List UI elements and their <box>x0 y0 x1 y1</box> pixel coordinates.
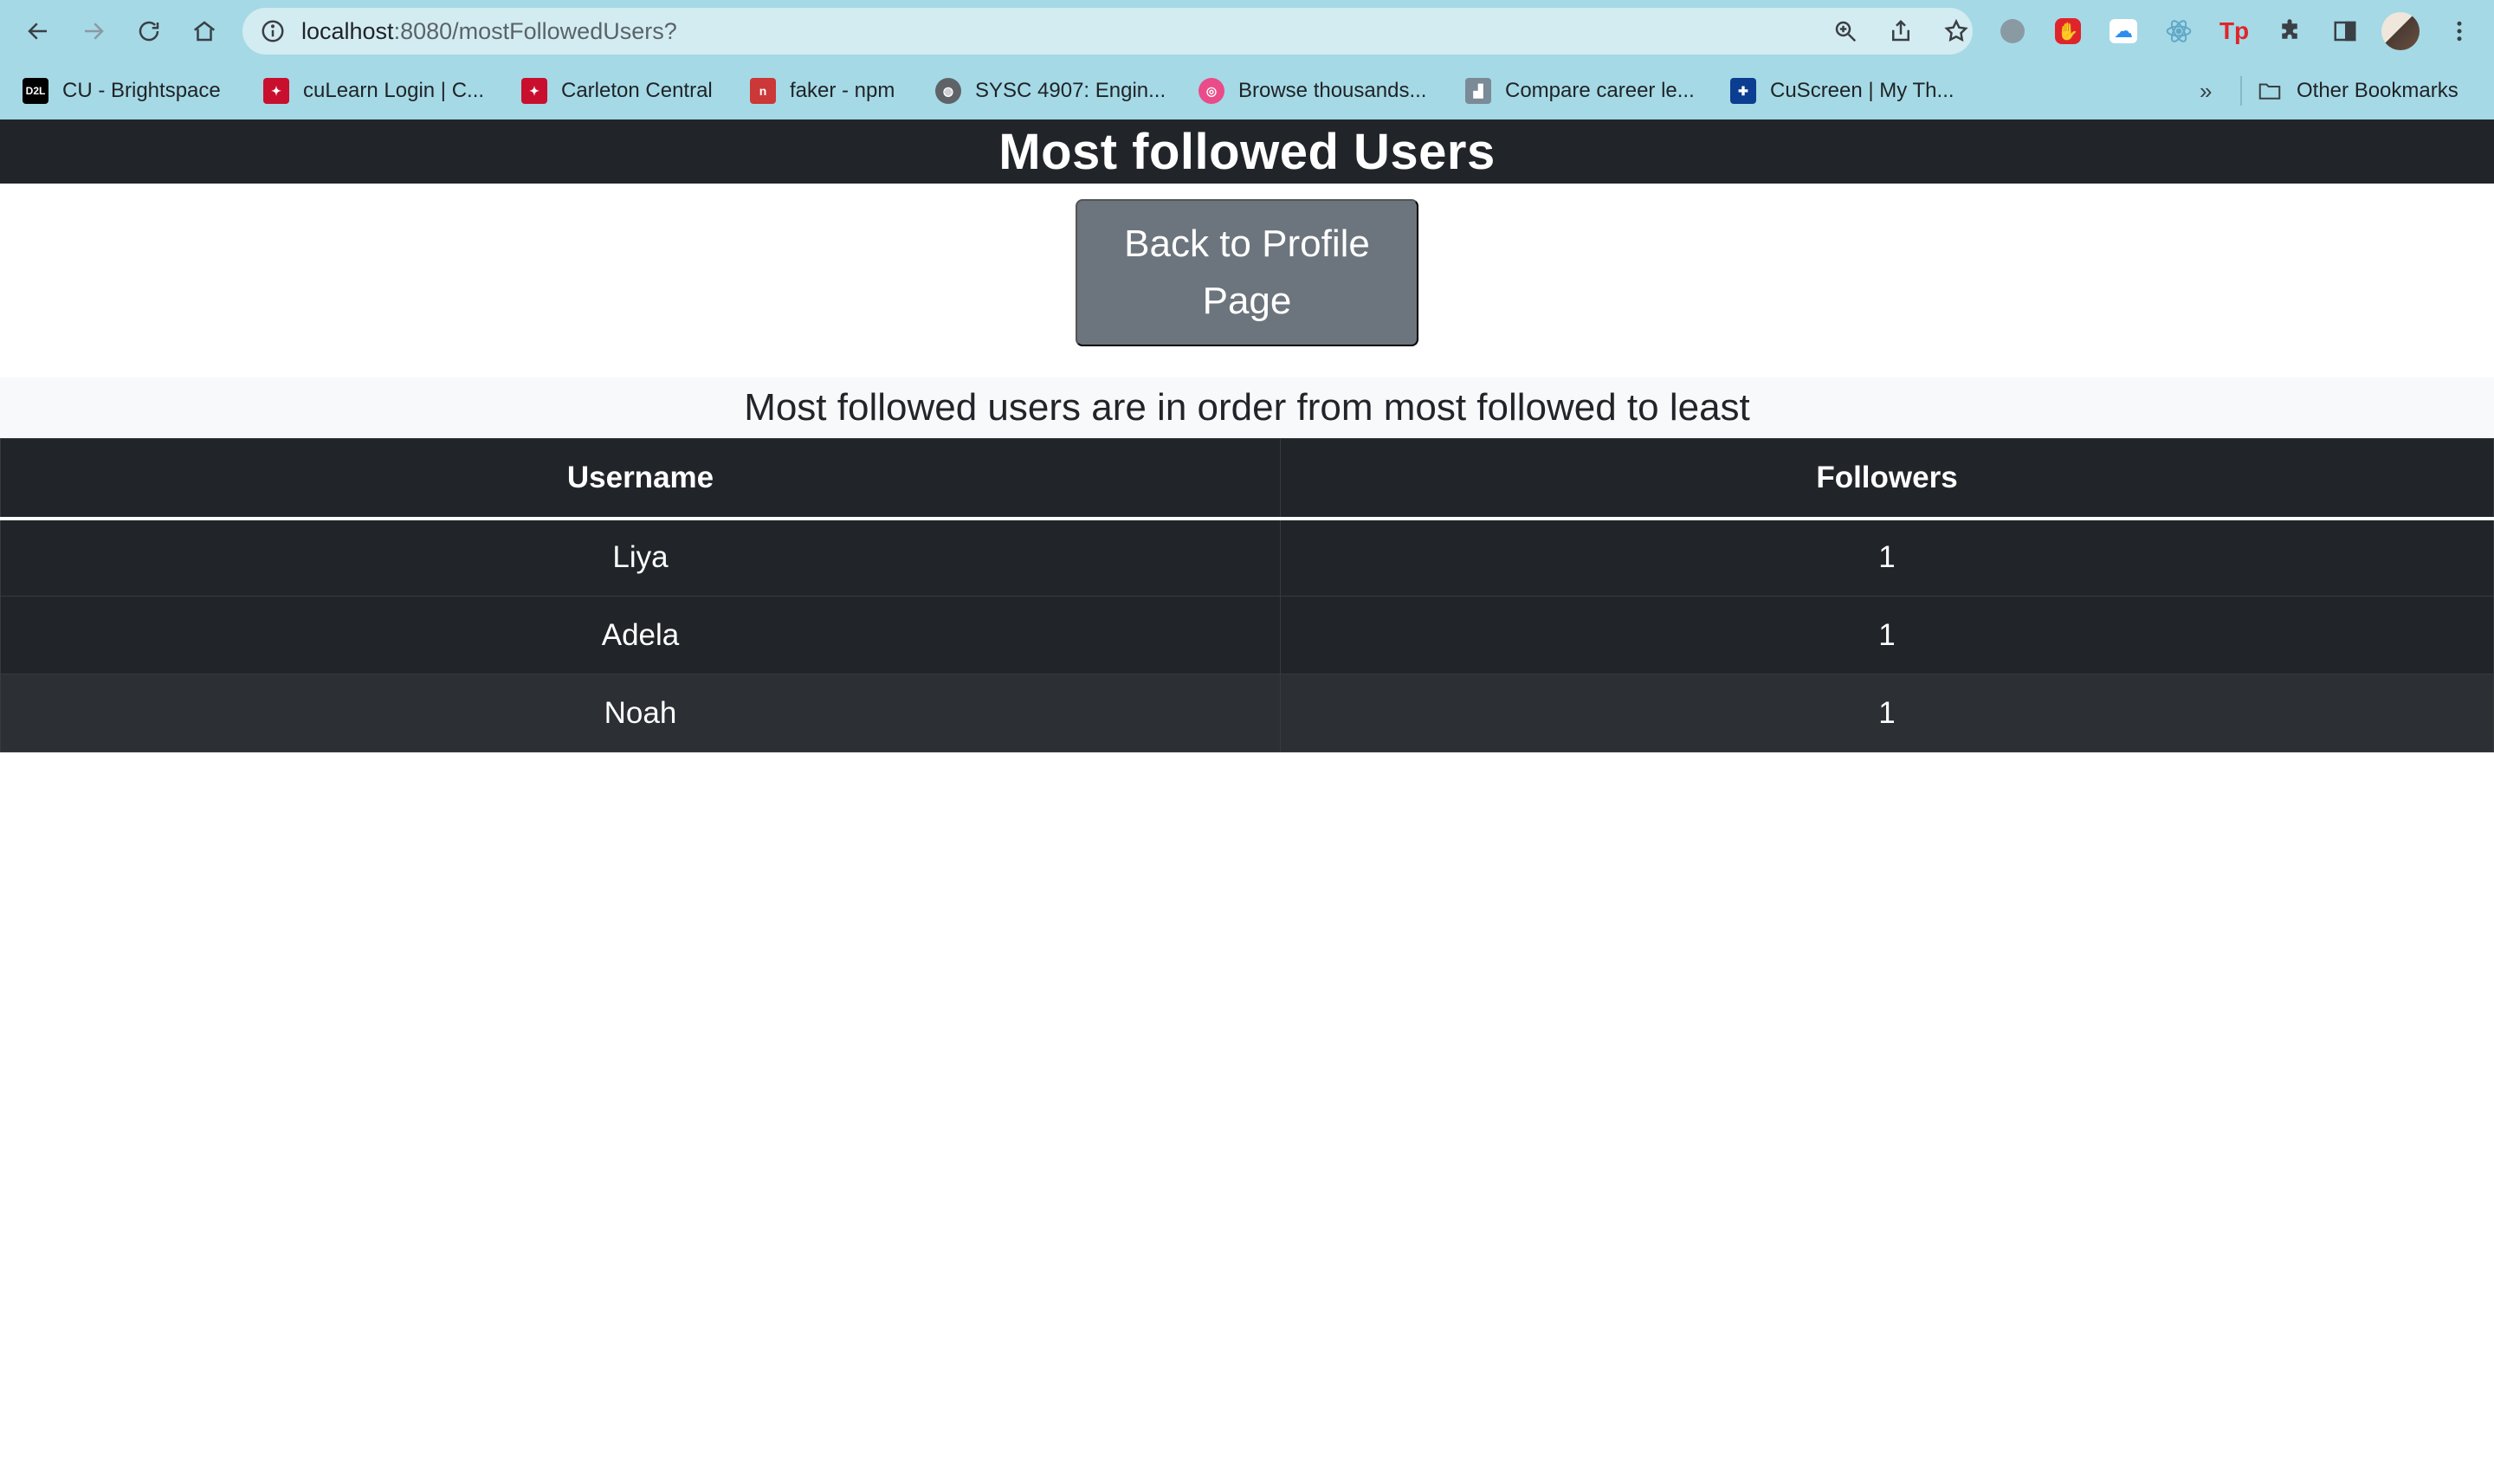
table-row: Noah 1 <box>0 674 2494 752</box>
cloud-icon[interactable]: ☁ <box>2108 16 2139 47</box>
bookmarks-divider <box>2240 76 2242 106</box>
bookmark-item[interactable]: n faker - npm <box>750 62 895 119</box>
back-arrow-icon[interactable] <box>10 3 66 59</box>
cuscreen-icon: ✚ <box>1730 78 1756 104</box>
bookmark-item[interactable]: ✚ CuScreen | My Th... <box>1730 62 1954 119</box>
d2l-icon: D2L <box>23 78 48 104</box>
table-row: Liya 1 <box>0 518 2494 597</box>
share-icon[interactable] <box>1888 18 1914 44</box>
most-followed-table: Username Followers Liya 1 Adela 1 Noah 1 <box>0 438 2494 752</box>
bookmark-item[interactable]: ◍ SYSC 4907: Engin... <box>935 62 1166 119</box>
page-title: Most followed Users <box>998 123 1496 180</box>
followers-cell: 1 <box>1280 596 2494 674</box>
react-devtools-icon[interactable] <box>2163 16 2194 47</box>
bookmarks-bar: D2L CU - Brightspace ✦ cuLearn Login | C… <box>0 62 2494 119</box>
zoom-icon[interactable] <box>1832 18 1858 44</box>
bookmark-item[interactable]: ◎ Browse thousands... <box>1199 62 1426 119</box>
table-caption: Most followed users are in order from mo… <box>0 377 2494 438</box>
followers-cell: 1 <box>1280 674 2494 752</box>
extension-grey-icon[interactable] <box>1997 16 2028 47</box>
carleton-icon: ✦ <box>263 78 289 104</box>
npm-icon: n <box>750 78 776 104</box>
url-host: localhost <box>301 18 394 44</box>
browser-toolbar: localhost:8080/mostFollowedUsers? ✋ ☁ Tp <box>0 0 2494 62</box>
bookmark-label: CuScreen | My Th... <box>1770 79 1954 102</box>
bookmark-item[interactable]: ✦ Carleton Central <box>521 62 713 119</box>
bookmark-item[interactable]: ▟ Compare career le... <box>1465 62 1695 119</box>
back-to-profile-button[interactable]: Back to Profile Page <box>1076 199 1418 346</box>
followers-cell: 1 <box>1280 518 2494 597</box>
side-panel-icon[interactable] <box>2329 16 2361 47</box>
address-bar[interactable]: localhost:8080/mostFollowedUsers? <box>242 8 1973 55</box>
bookmark-label: CU - Brightspace <box>62 79 221 102</box>
tp-extension-icon[interactable]: Tp <box>2219 16 2250 47</box>
bookmark-label: cuLearn Login | C... <box>303 79 485 102</box>
username-cell: Liya <box>0 518 1281 597</box>
other-bookmarks[interactable]: Other Bookmarks <box>2257 62 2458 119</box>
other-bookmarks-label: Other Bookmarks <box>2297 79 2458 102</box>
profile-avatar[interactable] <box>2381 12 2420 50</box>
adblock-icon[interactable]: ✋ <box>2052 16 2084 47</box>
bookmark-item[interactable]: D2L CU - Brightspace <box>23 62 221 119</box>
forward-arrow-icon[interactable] <box>66 3 121 59</box>
url-text[interactable]: localhost:8080/mostFollowedUsers? <box>301 8 677 55</box>
table-row: Adela 1 <box>0 596 2494 674</box>
site-info-icon[interactable] <box>260 18 286 44</box>
bookmarks-overflow-chevron[interactable]: » <box>2200 62 2212 119</box>
carleton-icon: ✦ <box>521 78 547 104</box>
followers-column-header: Followers <box>1280 438 2494 520</box>
bookmark-label: SYSC 4907: Engin... <box>975 79 1166 102</box>
bookmark-star-icon[interactable] <box>1943 18 1969 44</box>
bookmark-label: faker - npm <box>790 79 895 102</box>
username-cell: Noah <box>0 674 1281 752</box>
folder-icon <box>2257 78 2283 104</box>
bookmark-label: Browse thousands... <box>1238 79 1427 102</box>
globe-icon: ◍ <box>935 78 961 104</box>
chart-icon: ▟ <box>1465 78 1491 104</box>
username-column-header: Username <box>0 438 1281 520</box>
bookmark-label: Carleton Central <box>561 79 713 102</box>
table-header-row: Username Followers <box>0 438 2494 520</box>
page-header: Most followed Users <box>0 119 2494 184</box>
menu-kebab-icon[interactable] <box>2444 16 2475 47</box>
url-path: :8080/mostFollowedUsers? <box>393 18 677 44</box>
bookmark-label: Compare career le... <box>1505 79 1695 102</box>
username-cell: Adela <box>0 596 1281 674</box>
puzzle-extensions-icon[interactable] <box>2274 16 2305 47</box>
home-icon[interactable] <box>177 3 232 59</box>
reload-icon[interactable] <box>121 3 177 59</box>
bookmark-item[interactable]: ✦ cuLearn Login | C... <box>263 62 484 119</box>
dribbble-icon: ◎ <box>1199 78 1224 104</box>
